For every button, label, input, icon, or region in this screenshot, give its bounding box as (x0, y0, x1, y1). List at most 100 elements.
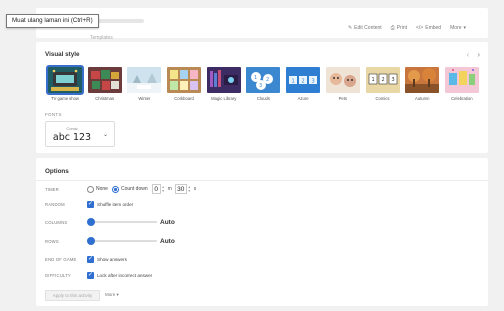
columns-row: COLUMNS Auto (45, 218, 175, 226)
slider-handle[interactable] (87, 218, 95, 226)
style-thumbnail (46, 65, 84, 95)
style-label: Christmas (95, 96, 115, 101)
chevron-down-icon: ▾ (116, 292, 119, 297)
svg-text:1: 1 (371, 77, 374, 83)
chevron-right-icon[interactable]: › (477, 50, 480, 59)
options-panel: Options TIMER None Count down 0 ▲ ▼ m 30 … (36, 158, 488, 306)
header-actions: ✎ Edit Content ⎙ Print </> Embed More ▾ (348, 25, 466, 31)
svg-text:3: 3 (259, 83, 262, 89)
style-label: Celebration (451, 96, 473, 101)
style-corkboard[interactable]: Corkboard (165, 67, 203, 101)
random-row: RANDOM ✓ Shuffle item order (45, 201, 133, 208)
more-menu[interactable]: More ▾ (450, 25, 466, 31)
svg-text:2: 2 (266, 77, 269, 83)
rows-label: ROWS (45, 238, 59, 244)
seconds-unit: s (193, 186, 197, 192)
minutes-stepper[interactable]: ▲ ▼ (162, 185, 165, 193)
svg-text:3: 3 (312, 79, 315, 85)
timer-countdown-radio[interactable] (111, 185, 119, 193)
timer-none-radio[interactable] (87, 185, 94, 193)
more-options-link[interactable]: More ▾ (105, 292, 119, 298)
style-autumn[interactable]: Autumn (403, 67, 441, 101)
difficulty-label: DIFFICULTY (45, 273, 71, 278)
timer-countdown-label: Count down (120, 186, 148, 192)
style-carousel-nav: ‹ › (467, 50, 480, 59)
chevron-down-icon: ⌄ (102, 132, 108, 138)
columns-label: COLUMNS (45, 219, 68, 225)
style-thumbnail (325, 67, 360, 93)
embed-link[interactable]: </> Embed (416, 25, 441, 31)
columns-slider[interactable] (87, 218, 157, 226)
style-label: Autumn (414, 96, 430, 101)
lock-checkbox[interactable]: ✓ (87, 272, 94, 279)
visual-style-panel: Visual style ‹ › TV game show Christmas … (36, 42, 488, 153)
end-of-game-label: END OF GAME (45, 257, 77, 262)
slider-handle[interactable] (87, 237, 95, 245)
style-clouds[interactable]: 1 23 Clouds (244, 67, 282, 101)
font-name: Comic (66, 126, 78, 131)
visual-style-title: Visual style (45, 51, 80, 58)
slider-track (87, 221, 157, 223)
style-thumbnail (206, 67, 241, 93)
style-christmas[interactable]: Christmas (86, 67, 124, 101)
style-label: Clouds (256, 96, 270, 101)
rows-slider[interactable] (87, 237, 157, 245)
style-label: Winter (138, 96, 151, 101)
style-label: Corkboard (174, 96, 194, 101)
timer-minutes-input[interactable]: 0 (151, 184, 161, 194)
style-thumbnail: 123 (286, 67, 321, 93)
shuffle-label: Shuffle item order (97, 202, 134, 207)
rows-value: Auto (160, 237, 175, 245)
style-thumbnail (444, 67, 479, 93)
timer-label: TIMER (45, 186, 60, 192)
font-sample: abc 123 (52, 132, 92, 143)
style-celebration[interactable]: Celebration (443, 67, 481, 101)
style-thumbnail: 1 23 (246, 67, 281, 93)
style-thumbnail (127, 67, 162, 93)
activity-subtitle: Templates (90, 35, 113, 41)
style-list: TV game show Christmas Winter Corkboard … (46, 65, 483, 101)
slider-track (87, 240, 157, 242)
svg-text:3: 3 (391, 77, 394, 83)
style-pets[interactable]: Pets (324, 67, 362, 101)
style-tv-game-show[interactable]: TV game show (46, 65, 84, 101)
style-label: Azure (297, 96, 309, 101)
shuffle-checkbox[interactable]: ✓ (87, 201, 94, 208)
reload-tooltip: Muat ulang laman ini (Ctrl+R) (6, 14, 99, 28)
options-divider (36, 180, 488, 181)
pencil-icon: ✎ (347, 25, 353, 31)
style-magic-library[interactable]: Magic Library (205, 67, 243, 101)
options-title: Options (45, 168, 69, 175)
style-label: Magic Library (211, 96, 237, 101)
columns-value: Auto (160, 218, 175, 226)
svg-text:2: 2 (302, 79, 305, 85)
share-icon: </> (416, 25, 424, 31)
style-thumbnail (405, 67, 440, 93)
printer-icon: ⎙ (390, 25, 395, 31)
style-label: Comics (375, 96, 390, 101)
font-select[interactable]: Comic abc 123 ⌄ (45, 121, 115, 147)
difficulty-row: DIFFICULTY ✓ Lock after incorrect answer (45, 272, 152, 279)
chevron-left-icon[interactable]: ‹ (467, 50, 470, 59)
seconds-stepper[interactable]: ▲ ▼ (188, 185, 191, 193)
show-answers-checkbox[interactable]: ✓ (87, 256, 94, 263)
style-comics[interactable]: 1 2 3 Comics (364, 67, 402, 101)
lock-label: Lock after incorrect answer (97, 273, 153, 278)
style-azure[interactable]: 1 2 3 Azure (284, 67, 322, 101)
print-link[interactable]: ⎙ Print (391, 25, 407, 31)
rows-row: ROWS Auto (45, 237, 175, 245)
random-label: RANDOM (45, 202, 65, 207)
timer-seconds-input[interactable]: 30 (174, 184, 187, 194)
style-thumbnail (87, 67, 122, 93)
apply-button[interactable]: Apply to this activity (45, 290, 100, 301)
timer-none-label: None (96, 186, 108, 192)
style-label: TV game show (51, 96, 79, 101)
style-thumbnail: 1 2 3 (365, 67, 400, 93)
svg-text:2: 2 (381, 77, 384, 83)
edit-content-link[interactable]: ✎ Edit Content (348, 25, 382, 31)
style-thumbnail (167, 67, 202, 93)
style-winter[interactable]: Winter (125, 67, 163, 101)
show-answers-label: Show answers (97, 257, 127, 262)
timer-row: TIMER None Count down 0 ▲ ▼ m 30 ▲ ▼ s (45, 184, 199, 194)
svg-text:1: 1 (254, 75, 257, 81)
